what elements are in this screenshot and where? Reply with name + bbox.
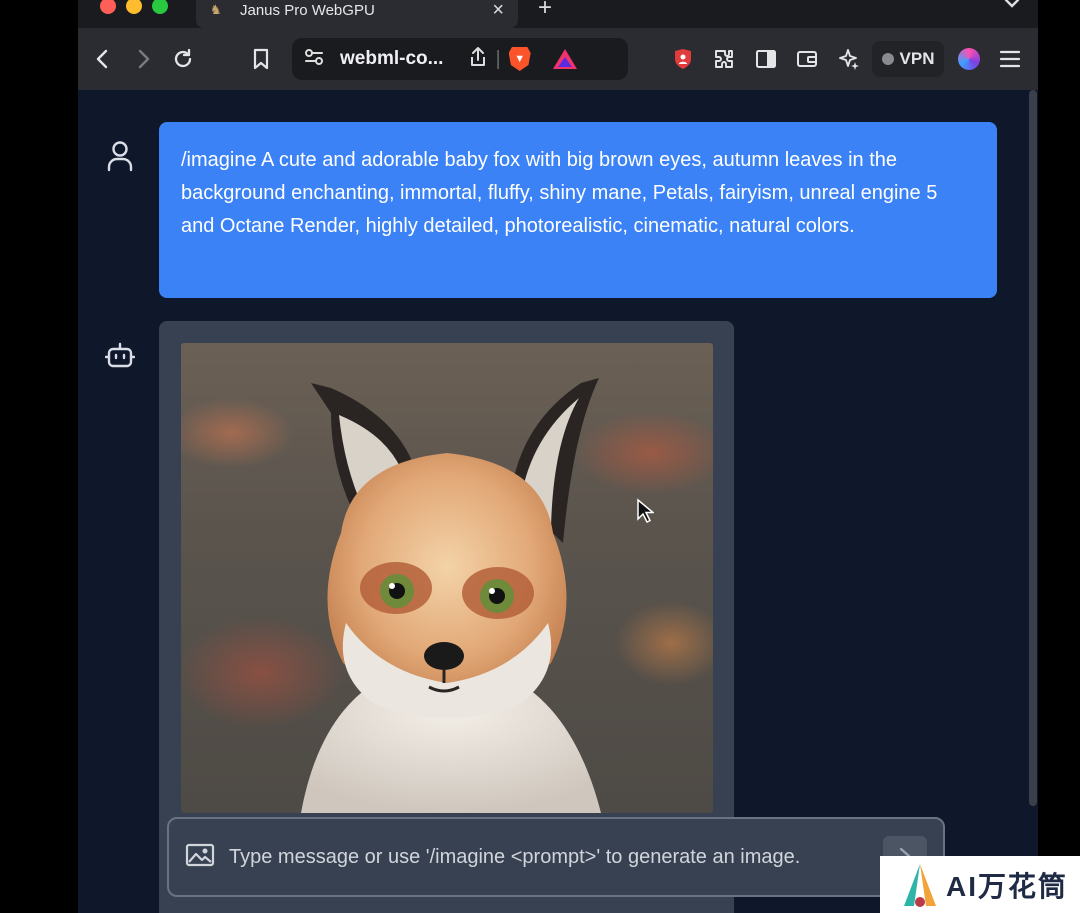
menu-icon[interactable] (998, 28, 1022, 90)
sidebar-icon[interactable] (754, 28, 778, 90)
wallet-icon[interactable] (795, 28, 819, 90)
browser-window: ♞ Janus Pro WebGPU × + webml-co... | ▼ V… (78, 0, 1038, 913)
tab-favicon-icon: ♞ (210, 2, 222, 17)
shield-extension-icon[interactable] (672, 28, 694, 90)
fox-illustration (301, 378, 601, 813)
image-icon[interactable] (185, 843, 215, 872)
user-message-bubble: /imagine A cute and adorable baby fox wi… (159, 122, 997, 298)
leo-ai-icon[interactable] (837, 28, 861, 90)
address-bar[interactable]: webml-co... | ▼ (292, 38, 628, 80)
generated-fox-image (181, 343, 713, 813)
brave-rewards-icon[interactable] (552, 49, 577, 69)
mouse-cursor-icon (636, 498, 656, 529)
profile-avatar-icon[interactable] (958, 48, 980, 70)
forward-icon[interactable] (132, 28, 156, 90)
minimize-window-button[interactable] (126, 0, 142, 14)
tab-strip: ♞ Janus Pro WebGPU × + (78, 0, 1038, 28)
brave-shields-icon[interactable]: ▼ (508, 47, 531, 71)
maximize-window-button[interactable] (152, 0, 168, 14)
vpn-status-icon (881, 53, 894, 65)
bookmark-icon[interactable] (250, 28, 272, 90)
chat-page: /imagine A cute and adorable baby fox wi… (78, 90, 1038, 913)
tab-title: Janus Pro WebGPU (240, 1, 375, 19)
tab-list-chevron-icon[interactable] (1004, 0, 1020, 14)
vpn-label: VPN (899, 49, 935, 68)
extensions-icon[interactable] (712, 28, 736, 90)
bot-icon (104, 342, 136, 375)
reload-icon[interactable] (171, 28, 195, 90)
back-icon[interactable] (90, 28, 114, 90)
message-composer (167, 817, 945, 897)
window-controls (100, 0, 168, 14)
watermark-text: AI万花筒 (946, 870, 1069, 902)
browser-toolbar: webml-co... | ▼ VPN (78, 28, 1038, 90)
page-scrollbar[interactable] (1029, 90, 1037, 806)
watermark-logo: AI万花筒 (880, 856, 1080, 913)
site-settings-icon[interactable] (304, 48, 324, 71)
watermark-logo-icon (900, 862, 942, 908)
message-input[interactable] (229, 845, 927, 869)
url-divider: | (495, 47, 501, 70)
screen: ♞ Janus Pro WebGPU × + webml-co... | ▼ V… (0, 0, 1080, 913)
vpn-button[interactable]: VPN (872, 41, 944, 77)
url-text[interactable]: webml-co... (340, 48, 443, 70)
user-icon (106, 140, 134, 177)
share-icon[interactable] (469, 46, 487, 73)
tab-close-icon[interactable]: × (492, 0, 504, 20)
close-window-button[interactable] (100, 0, 116, 14)
tab-active[interactable]: ♞ Janus Pro WebGPU × (196, 0, 518, 28)
new-tab-button[interactable]: + (538, 0, 552, 22)
user-message-text: /imagine A cute and adorable baby fox wi… (181, 149, 938, 237)
